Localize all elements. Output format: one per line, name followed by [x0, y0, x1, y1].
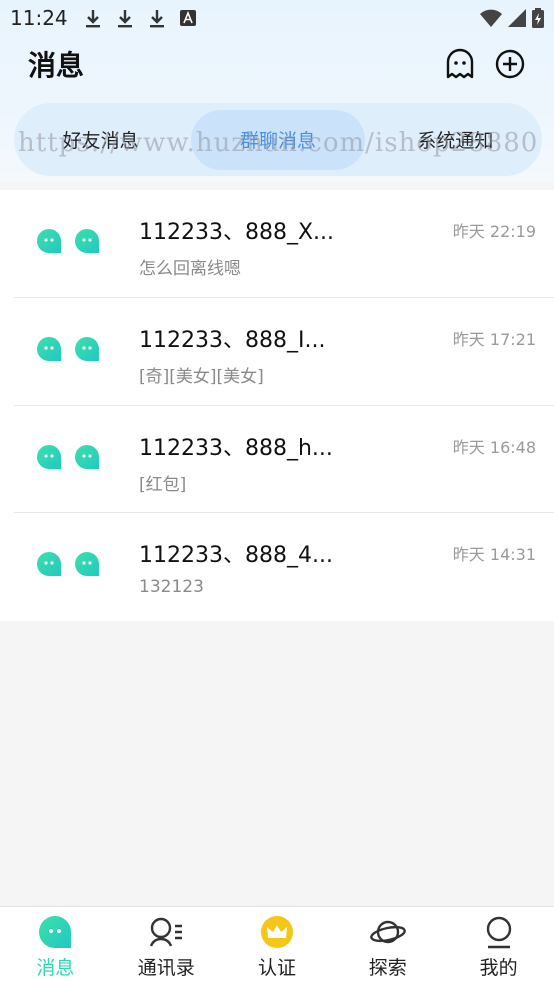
download-icon — [85, 10, 100, 28]
page-title: 消息 — [28, 49, 85, 82]
status-bar: 11:24 — [0, 0, 554, 36]
status-notifications — [84, 8, 196, 28]
conversation-list: 112233、888_X... 怎么回离线嗯 昨天 22:19 112233、8… — [0, 190, 554, 621]
conversation-name: 112233、888_I... — [139, 327, 326, 353]
download-icon — [149, 10, 164, 28]
tab-certification[interactable]: 认证 — [222, 907, 333, 984]
crown-icon — [260, 916, 293, 948]
ghost-icon[interactable] — [444, 48, 476, 80]
tab-friend-messages[interactable]: 好友消息 — [14, 110, 187, 170]
status-system-icons — [480, 8, 544, 28]
tab-label: 消息 — [36, 957, 75, 979]
list-item[interactable]: 112233、888_X... 怎么回离线嗯 昨天 22:19 — [14, 190, 554, 298]
contacts-icon — [150, 917, 183, 947]
tab-profile[interactable]: 我的 — [443, 907, 554, 984]
conversation-time: 昨天 16:48 — [452, 437, 536, 457]
profile-icon — [486, 916, 511, 949]
conversation-last-message: 怎么回离线嗯 — [139, 259, 241, 279]
planet-icon — [369, 920, 406, 944]
conversation-time: 昨天 17:21 — [452, 329, 536, 349]
add-circle-icon[interactable] — [494, 48, 526, 80]
tab-group-messages[interactable]: 群聊消息 — [191, 109, 365, 170]
chat-bubble-icon — [75, 444, 99, 469]
conversation-last-message: 132123 — [139, 577, 204, 598]
font-app-icon — [179, 10, 196, 26]
conversation-name: 112233、888_h... — [139, 435, 333, 461]
conversation-time: 昨天 14:31 — [452, 545, 536, 565]
tab-label: 我的 — [479, 957, 518, 979]
tab-label: 探索 — [368, 957, 407, 979]
list-item[interactable]: 112233、888_h... [红包] 昨天 16:48 — [14, 406, 554, 514]
group-avatar — [36, 551, 100, 583]
tab-system-notifications[interactable]: 系统通知 — [369, 110, 542, 170]
conversation-time: 昨天 22:19 — [452, 222, 536, 241]
chat-bubble-icon — [37, 336, 61, 361]
conversation-last-message: [红包] — [139, 474, 187, 495]
header-actions — [444, 48, 526, 80]
wifi-icon — [480, 9, 502, 27]
chat-bubble-icon — [75, 229, 99, 253]
group-avatar — [36, 336, 100, 368]
message-type-segment: 好友消息 群聊消息 系统通知 — [14, 103, 542, 176]
download-icon — [117, 10, 132, 28]
chat-bubble-icon — [75, 336, 99, 361]
chat-bubble-icon — [37, 552, 61, 577]
chat-bubble-icon — [37, 444, 61, 469]
list-item[interactable]: 112233、888_I... [奇][美女][美女] 昨天 17:21 — [14, 298, 554, 406]
tab-label: 通讯录 — [137, 957, 195, 979]
tab-contacts[interactable]: 通讯录 — [111, 907, 222, 984]
group-avatar — [36, 228, 100, 260]
status-time: 11:24 — [10, 6, 68, 30]
tab-label: 认证 — [257, 957, 296, 979]
tab-explore[interactable]: 探索 — [332, 907, 443, 984]
battery-icon — [532, 8, 544, 28]
list-item[interactable]: 112233、888_4... 132123 昨天 14:31 — [14, 513, 554, 621]
app-header: 消息 — [0, 40, 554, 88]
chat-bubble-icon — [37, 229, 61, 253]
signal-icon — [508, 9, 526, 27]
group-avatar — [36, 444, 100, 476]
bottom-tab-bar: 消息 通讯录 认证 探索 我的 — [0, 906, 554, 984]
conversation-name: 112233、888_4... — [139, 543, 333, 569]
conversation-name: 112233、888_X... — [139, 220, 335, 245]
conversation-last-message: [奇][美女][美女] — [139, 366, 264, 387]
chat-bubble-icon — [39, 916, 72, 948]
chat-bubble-icon — [75, 552, 99, 577]
tab-messages[interactable]: 消息 — [0, 907, 111, 984]
